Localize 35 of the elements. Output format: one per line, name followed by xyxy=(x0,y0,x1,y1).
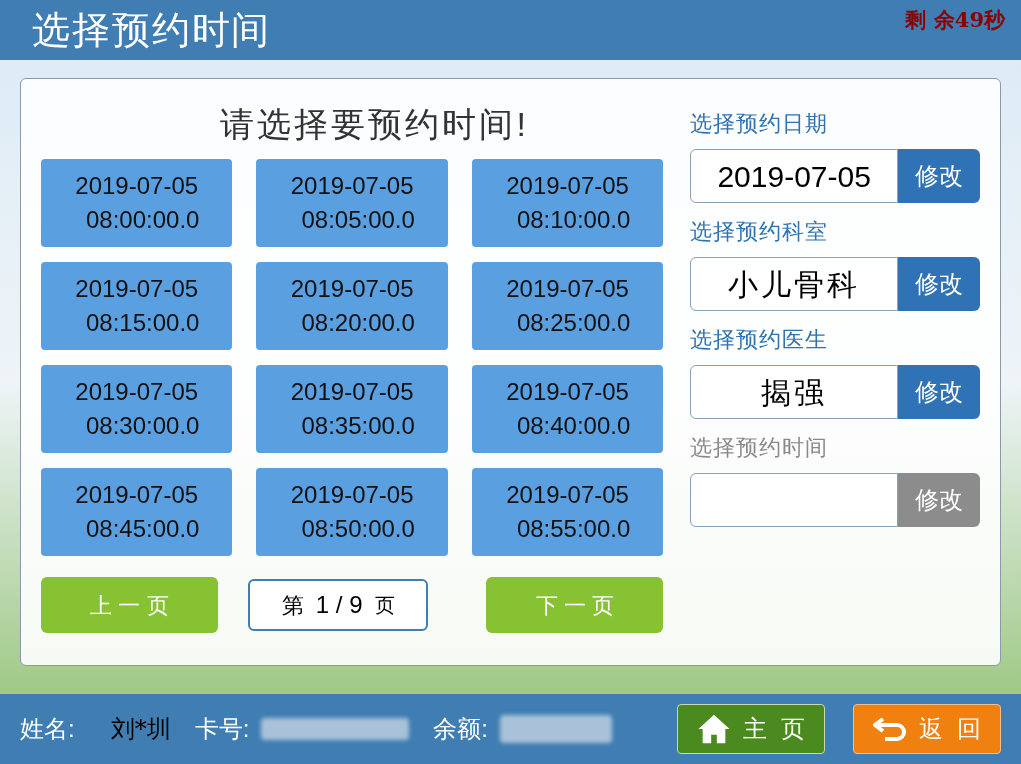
page-title: 选择预约时间 xyxy=(32,7,272,53)
value-field: 揭强 xyxy=(690,365,898,419)
page-label: 页 xyxy=(374,593,395,618)
edit-button[interactable]: 修改 xyxy=(898,149,980,203)
time-slot-button[interactable]: 2019-07-05 08:10:00.0 xyxy=(471,159,664,247)
home-button[interactable]: 主 页 xyxy=(677,704,825,754)
field-label: 选择预约医生 xyxy=(690,326,830,354)
field-label: 选择预约科室 xyxy=(690,218,830,246)
patient-name: 刘*圳 xyxy=(110,714,171,745)
field-label: 选择预约时间 xyxy=(690,434,830,462)
card-number-label: 卡号: xyxy=(194,714,250,744)
page-label: 第 xyxy=(281,591,304,620)
time-slot-button[interactable]: 2019-07-05 08:00:00.0 xyxy=(41,159,233,247)
time-slot-button[interactable]: 2019-07-05 08:05:00.0 xyxy=(256,159,448,247)
countdown-timer: 剩 余49秒 xyxy=(905,6,1005,34)
value-field: 小儿骨科 xyxy=(690,257,898,311)
edit-button[interactable]: 修改 xyxy=(898,365,980,419)
balance-label: 余额: xyxy=(433,714,488,744)
edit-button[interactable]: 修改 xyxy=(898,257,980,311)
time-slot-button[interactable]: 2019-07-05 08:35:00.0 xyxy=(256,365,448,453)
name-label: 姓名: xyxy=(20,714,75,744)
time-slot-button[interactable]: 2019-07-05 08:20:00.0 xyxy=(256,262,448,350)
prompt-text: 请选择要预约时间! xyxy=(219,104,530,145)
value-field: 2019-07-05 xyxy=(690,149,898,203)
time-slot-button[interactable]: 2019-07-05 08:45:00.0 xyxy=(41,468,233,556)
time-slot-button[interactable]: 2019-07-05 08:55:00.0 xyxy=(471,468,664,556)
time-slot-button[interactable]: 2019-07-05 08:15:00.0 xyxy=(41,262,233,350)
field-label: 选择预约日期 xyxy=(690,110,830,138)
time-slot-button[interactable]: 2019-07-05 08:40:00.0 xyxy=(471,365,664,453)
time-slot-button[interactable]: 2019-07-05 08:25:00.0 xyxy=(471,262,664,350)
home-icon xyxy=(697,712,732,746)
time-slot-button[interactable]: 2019-07-05 08:50:00.0 xyxy=(256,468,448,556)
return-arrow-icon xyxy=(873,716,908,742)
time-slot-button[interactable]: 2019-07-05 08:30:00.0 xyxy=(41,365,233,453)
page-number: 1 / 9 xyxy=(315,590,363,620)
